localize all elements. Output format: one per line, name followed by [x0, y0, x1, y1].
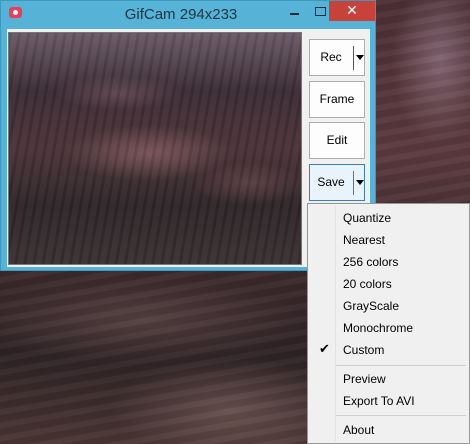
capture-frame[interactable]: [8, 32, 302, 265]
menu-separator: [336, 365, 466, 366]
frame-button[interactable]: Frame: [309, 81, 365, 118]
menu-item-quantize[interactable]: Quantize: [310, 207, 467, 229]
save-split-divider: [353, 171, 354, 195]
rec-button[interactable]: Rec: [309, 39, 365, 76]
menu-item-20-colors[interactable]: 20 colors: [310, 273, 467, 295]
checkmark-icon: ✔: [319, 341, 330, 356]
menu-item-label: Nearest: [343, 233, 386, 247]
menu-item-preview[interactable]: Preview: [310, 368, 467, 390]
menu-item-monochrome[interactable]: Monochrome: [310, 317, 467, 339]
menu-item-label: Custom: [343, 343, 385, 357]
rec-button-label: Rec: [320, 50, 342, 64]
save-dropdown-arrow-icon[interactable]: [356, 180, 364, 185]
rec-dropdown-arrow-icon[interactable]: [356, 55, 364, 60]
menu-item-custom[interactable]: ✔ Custom: [310, 339, 467, 361]
menu-item-export-to-avi[interactable]: Export To AVI: [310, 390, 467, 412]
title-bar[interactable]: GifCam 294x233 ✕: [1, 1, 375, 27]
menu-item-label: Monochrome: [343, 321, 414, 335]
minimize-button[interactable]: [281, 1, 307, 21]
menu-item-label: About: [343, 423, 375, 437]
menu-item-label: Export To AVI: [343, 394, 415, 408]
menu-item-label: Preview: [343, 372, 386, 386]
save-button[interactable]: Save: [309, 164, 365, 201]
rec-split-divider: [353, 46, 354, 70]
menu-item-label: GrayScale: [343, 299, 400, 313]
minimize-icon: [289, 13, 299, 15]
menu-item-label: 20 colors: [343, 277, 392, 291]
edit-button[interactable]: Edit: [309, 122, 365, 159]
menu-item-nearest[interactable]: Nearest: [310, 229, 467, 251]
menu-item-256-colors[interactable]: 256 colors: [310, 251, 467, 273]
save-options-menu: Quantize Nearest 256 colors 20 colors Gr…: [307, 203, 470, 444]
save-button-label: Save: [317, 175, 345, 189]
menu-item-label: Quantize: [343, 211, 392, 225]
menu-separator: [336, 415, 466, 416]
close-button[interactable]: ✕: [329, 1, 375, 21]
maximize-icon: [314, 7, 326, 16]
close-icon: ✕: [346, 2, 358, 18]
menu-item-about[interactable]: About: [310, 419, 467, 441]
menu-item-label: 256 colors: [343, 255, 399, 269]
menu-item-grayscale[interactable]: GrayScale: [310, 295, 467, 317]
